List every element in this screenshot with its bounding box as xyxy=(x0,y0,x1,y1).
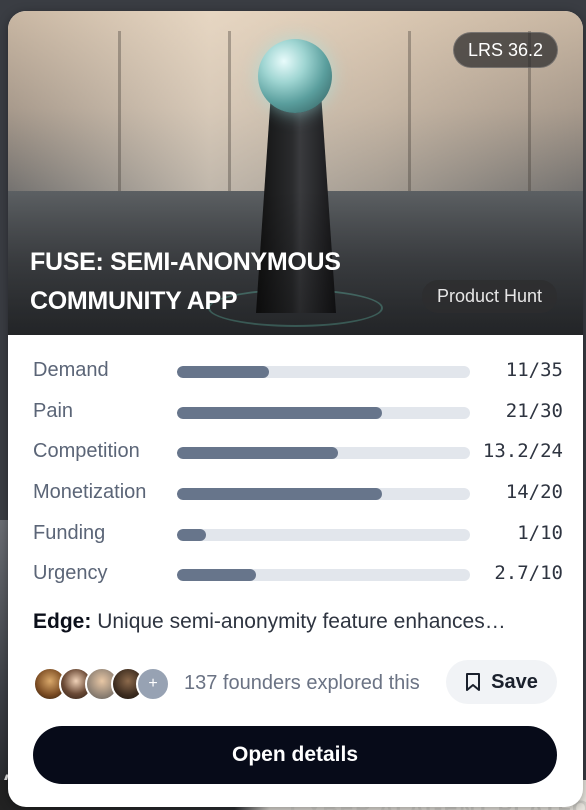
metric-bar-fill xyxy=(177,447,339,460)
metric-bar-track xyxy=(177,406,470,419)
metrics-list: Demand 11/35 Pain 21/30 Competition 13.2/24 Mo… xyxy=(33,357,563,601)
metric-value: 2.7/10 xyxy=(494,562,563,585)
save-label: Save xyxy=(491,670,538,693)
open-details-button[interactable]: Open details xyxy=(33,726,557,784)
metric-label: Pain xyxy=(33,399,74,422)
source-badge: Product Hunt xyxy=(421,280,557,313)
metric-label: Demand xyxy=(33,359,109,381)
edge-summary: Edge: Unique semi-anonymity feature enha… xyxy=(33,610,553,634)
metric-bar-fill xyxy=(177,406,383,419)
metric-row-urgency: Urgency 2.7/10 xyxy=(33,560,563,601)
metric-label: Funding xyxy=(33,521,106,544)
metric-row-competition: Competition 13.2/24 xyxy=(33,438,563,479)
metric-row-funding: Funding 1/10 xyxy=(33,520,563,561)
more-avatars-icon: + xyxy=(136,667,170,701)
metric-bar-fill xyxy=(177,488,383,501)
metric-bar-track xyxy=(177,447,470,460)
metric-bar-fill xyxy=(177,366,270,378)
save-button[interactable]: Save xyxy=(446,660,557,704)
metric-value: 14/20 xyxy=(505,481,563,504)
metric-bar-track xyxy=(177,366,470,378)
edge-text: Unique semi-anonymity feature enhances… xyxy=(97,610,506,633)
metric-row-monetization: Monetization 14/20 xyxy=(33,479,563,520)
metric-label: Urgency xyxy=(33,562,108,585)
bookmark-icon xyxy=(466,673,481,691)
metric-value: 1/10 xyxy=(517,521,563,544)
metric-bar-track xyxy=(177,569,470,582)
social-row: + 137 founders explored this Save xyxy=(33,660,557,708)
metric-value: 13.2/24 xyxy=(482,440,563,463)
edge-label: Edge: xyxy=(33,610,92,633)
idea-card[interactable]: LRS 36.2 FUSE: SEMI-ANONYMOUS COMMUNITY … xyxy=(8,11,583,807)
metric-label: Monetization xyxy=(33,481,147,504)
metric-value: 21/30 xyxy=(505,399,563,422)
card-title: FUSE: SEMI-ANONYMOUS COMMUNITY APP xyxy=(30,248,341,315)
metric-bar-track xyxy=(177,528,470,541)
metric-bar-track xyxy=(177,488,470,501)
metric-row-demand: Demand 11/35 xyxy=(33,357,563,398)
metric-value: 11/35 xyxy=(505,359,563,381)
score-badge: LRS 36.2 xyxy=(452,32,558,68)
metric-bar-fill xyxy=(177,528,207,541)
explored-count: 137 founders explored this xyxy=(184,672,420,694)
metric-row-pain: Pain 21/30 xyxy=(33,398,563,439)
hero-image: LRS 36.2 FUSE: SEMI-ANONYMOUS COMMUNITY … xyxy=(8,11,583,335)
metric-bar-fill xyxy=(177,569,257,582)
metric-label: Competition xyxy=(33,440,140,463)
